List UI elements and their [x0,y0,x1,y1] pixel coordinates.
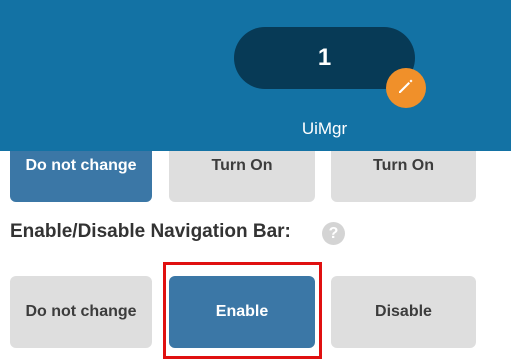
previous-option-label: Turn On [211,157,273,174]
edit-profile-button[interactable] [386,68,426,108]
pencil-icon [396,76,416,101]
profile-name: UiMgr [301,119,348,138]
help-symbol: ? [328,224,339,242]
help-icon[interactable]: ? [322,222,345,245]
option-label: Do not change [25,303,137,320]
profile-header: 1 UiMgr [0,0,511,151]
option-disable[interactable]: Disable [331,276,476,348]
navigation-bar-label: Enable/Disable Navigation Bar: [10,221,291,242]
previous-option-label: Turn On [372,157,435,174]
option-do-not-change[interactable]: Do not change [10,276,152,348]
profile-number: 1 [317,44,332,71]
option-enable[interactable]: Enable [169,276,315,348]
previous-option-label: Do not change [25,157,137,174]
option-label: Enable [215,303,269,320]
option-label: Disable [375,303,432,320]
